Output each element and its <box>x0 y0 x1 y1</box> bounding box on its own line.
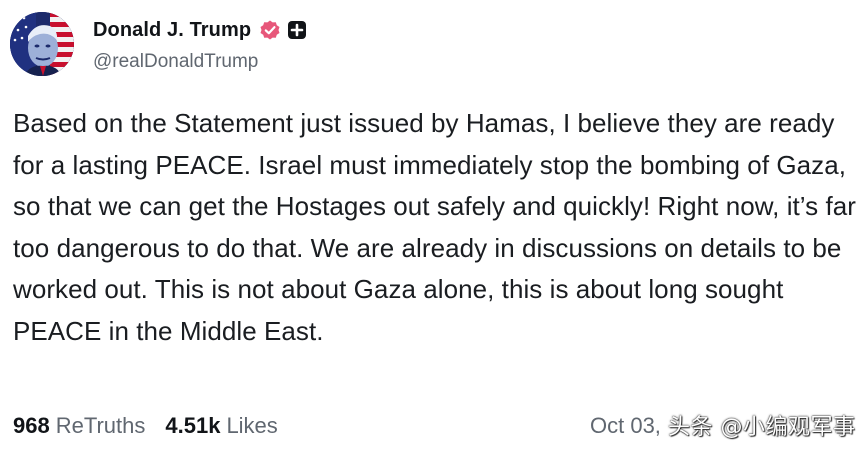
retruths-label: ReTruths <box>55 413 146 438</box>
verified-badge-icon <box>258 18 282 42</box>
author-name-row: Donald J. Trump <box>93 17 307 43</box>
retruths-stat[interactable]: 968 ReTruths <box>13 413 145 439</box>
author-display-name[interactable]: Donald J. Trump <box>93 19 251 42</box>
plus-badge-icon <box>287 20 307 40</box>
post-text: Based on the Statement just issued by Ha… <box>13 108 856 346</box>
likes-count: 4.51k <box>165 413 221 438</box>
post-stats: 968 ReTruths 4.51k Likes <box>13 410 278 442</box>
post-timestamp[interactable]: Oct 03, <box>590 410 661 442</box>
author-handle[interactable]: @realDonaldTrump <box>93 51 258 73</box>
post-card: Donald J. Trump @realDonaldTrump Based o… <box>0 0 864 454</box>
avatar[interactable] <box>10 12 74 76</box>
avatar-image <box>10 12 74 76</box>
likes-label: Likes <box>226 413 278 438</box>
retruths-count: 968 <box>13 413 50 438</box>
likes-stat[interactable]: 4.51k Likes <box>165 413 277 439</box>
watermark-text: 头条 @小编观军事 <box>668 415 856 440</box>
